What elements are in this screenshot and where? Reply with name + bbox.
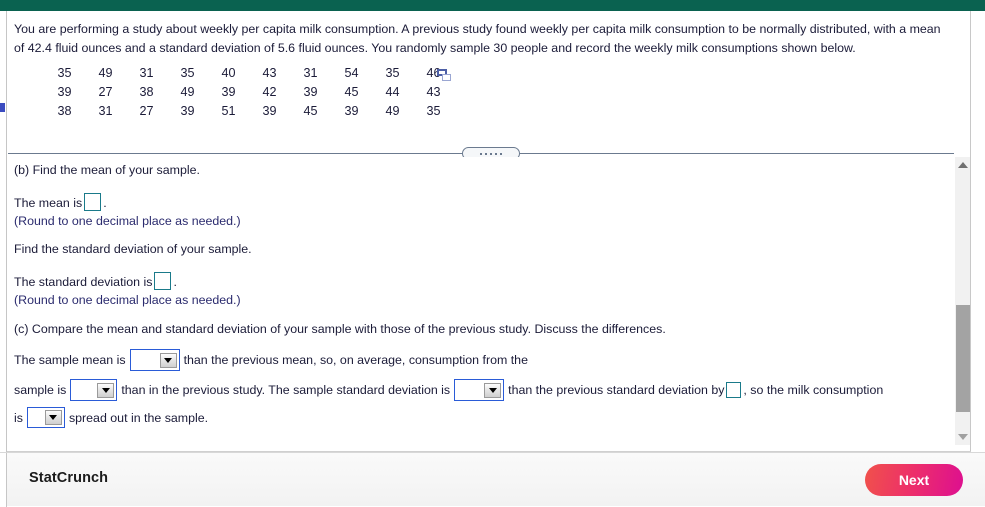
compare-3-post: spread out in the sample. bbox=[68, 410, 209, 425]
footer-bar: StatCrunch bbox=[0, 452, 985, 507]
data-cell: 42 bbox=[262, 85, 277, 99]
right-gutter bbox=[970, 11, 985, 452]
triangle-down-icon bbox=[958, 434, 968, 440]
consumption-comparison-dropdown[interactable] bbox=[70, 379, 118, 401]
next-button[interactable]: Next bbox=[865, 464, 963, 496]
compare-2-mid: than in the previous study. The sample s… bbox=[121, 383, 451, 397]
data-cell: 31 bbox=[139, 66, 154, 80]
compare-2-tail: , so the milk consumption bbox=[743, 383, 884, 397]
mean-label: The mean is bbox=[14, 196, 83, 210]
data-cell: 35 bbox=[180, 66, 195, 80]
table-row: 39 27 38 49 39 42 39 45 44 43 bbox=[44, 83, 454, 102]
data-cell: 27 bbox=[98, 85, 113, 99]
mean-rounding-note: (Round to one decimal place as needed.) bbox=[14, 214, 241, 228]
data-cell: 38 bbox=[139, 85, 154, 99]
compare-line-3: is spread out in the sample. bbox=[14, 407, 208, 428]
sd-input[interactable] bbox=[154, 272, 172, 290]
mean-answer-line: The mean is. bbox=[14, 193, 107, 212]
data-cell: 45 bbox=[344, 85, 359, 99]
mean-comparison-dropdown[interactable] bbox=[129, 349, 180, 371]
part-c-prompt: (c) Compare the mean and standard deviat… bbox=[14, 322, 666, 336]
data-cell: 35 bbox=[57, 66, 72, 80]
sd-label: The standard deviation is bbox=[14, 275, 153, 289]
data-cell: 39 bbox=[57, 85, 72, 99]
scrollbar-thumb[interactable] bbox=[956, 305, 970, 412]
compare-1-mid: than the previous mean, so, on average, … bbox=[183, 353, 528, 367]
sd-rounding-note: (Round to one decimal place as needed.) bbox=[14, 293, 241, 307]
data-cell: 49 bbox=[180, 85, 195, 99]
part-b-prompt: (b) Find the mean of your sample. bbox=[14, 163, 200, 177]
triangle-up-icon bbox=[958, 162, 968, 168]
scroll-down-button[interactable] bbox=[955, 429, 971, 445]
splitter-dot bbox=[495, 152, 497, 155]
data-cell: 49 bbox=[98, 66, 113, 80]
app-header-bar bbox=[0, 0, 985, 11]
data-cell: 54 bbox=[344, 66, 359, 80]
data-cell: 39 bbox=[262, 104, 277, 118]
footer-left-gutter bbox=[0, 453, 7, 507]
sd-difference-input[interactable] bbox=[726, 382, 742, 398]
chevron-down-icon bbox=[484, 382, 502, 398]
spread-comparison-dropdown[interactable] bbox=[26, 407, 65, 428]
sd-period: . bbox=[173, 275, 177, 289]
data-cell: 49 bbox=[385, 104, 400, 118]
mean-input[interactable] bbox=[84, 193, 102, 211]
answer-panel: (b) Find the mean of your sample. The me… bbox=[8, 157, 954, 445]
answer-panel-scrollbar[interactable] bbox=[954, 157, 970, 445]
compare-2-pre: sample is bbox=[14, 383, 67, 397]
chevron-down-icon bbox=[159, 352, 177, 368]
left-scroll-marker bbox=[0, 103, 5, 112]
data-cell: 35 bbox=[385, 66, 400, 80]
left-gutter bbox=[0, 11, 7, 452]
data-cell: 35 bbox=[426, 104, 441, 118]
compare-1-pre: The sample mean is bbox=[14, 353, 126, 367]
mean-period: . bbox=[103, 196, 107, 210]
problem-statement: You are performing a study about weekly … bbox=[14, 22, 941, 55]
data-cell: 39 bbox=[303, 85, 318, 99]
chevron-down-icon bbox=[44, 410, 62, 425]
data-cell: 43 bbox=[262, 66, 277, 80]
popout-icon-back bbox=[442, 74, 451, 81]
data-cell: 27 bbox=[139, 104, 154, 118]
chevron-down-icon bbox=[97, 382, 115, 398]
sd-answer-line: The standard deviation is. bbox=[14, 272, 177, 291]
data-cell: 51 bbox=[221, 104, 236, 118]
data-cell: 31 bbox=[303, 66, 318, 80]
splitter-dot bbox=[490, 152, 492, 155]
data-cell: 39 bbox=[221, 85, 236, 99]
data-cell: 44 bbox=[385, 85, 400, 99]
table-row: 38 31 27 39 51 39 45 39 49 35 bbox=[44, 102, 454, 121]
splitter-dot bbox=[485, 152, 487, 155]
compare-3-pre: is bbox=[14, 410, 23, 425]
table-row: 35 49 31 35 40 43 31 54 35 46 bbox=[44, 64, 454, 83]
compare-line-1: The sample mean is than the previous mea… bbox=[14, 349, 528, 371]
data-cell: 43 bbox=[426, 85, 441, 99]
data-cell: 45 bbox=[303, 104, 318, 118]
data-cell: 31 bbox=[98, 104, 113, 118]
data-cell: 39 bbox=[180, 104, 195, 118]
statcrunch-link[interactable]: StatCrunch bbox=[29, 470, 108, 486]
popout-table-icon[interactable] bbox=[437, 69, 451, 81]
data-cell: 38 bbox=[57, 104, 72, 118]
sample-data-table: 35 49 31 35 40 43 31 54 35 46 39 27 38 4… bbox=[44, 64, 454, 121]
scroll-up-button[interactable] bbox=[955, 157, 971, 173]
compare-line-2: sample is than in the previous study. Th… bbox=[14, 379, 883, 401]
splitter-dot bbox=[500, 152, 502, 155]
sd-comparison-dropdown[interactable] bbox=[454, 379, 505, 401]
data-cell: 39 bbox=[344, 104, 359, 118]
compare-2-post: than the previous standard deviation by bbox=[508, 383, 725, 397]
part-sd-prompt: Find the standard deviation of your samp… bbox=[14, 242, 252, 256]
data-cell: 40 bbox=[221, 66, 236, 80]
exercise-window: You are performing a study about weekly … bbox=[0, 0, 985, 507]
splitter-dot bbox=[480, 152, 482, 155]
